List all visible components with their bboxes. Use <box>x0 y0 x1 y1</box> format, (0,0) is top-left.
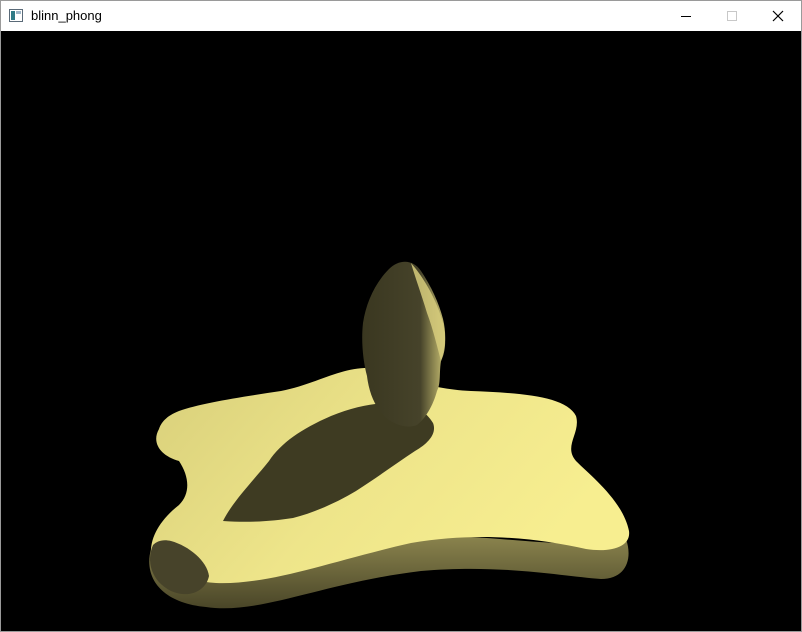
app-window: blinn_phong <box>0 0 802 632</box>
minimize-button[interactable] <box>663 1 709 31</box>
close-icon <box>772 10 784 22</box>
render-viewport[interactable] <box>1 31 801 631</box>
title-bar[interactable]: blinn_phong <box>1 1 801 31</box>
close-button[interactable] <box>755 1 801 31</box>
rendered-scene <box>149 261 630 609</box>
upright-object <box>362 261 446 427</box>
maximize-button[interactable] <box>709 1 755 31</box>
window-title: blinn_phong <box>31 8 102 23</box>
minimize-icon <box>681 16 691 17</box>
maximize-icon <box>727 11 737 21</box>
window-app-icon[interactable] <box>9 9 23 22</box>
